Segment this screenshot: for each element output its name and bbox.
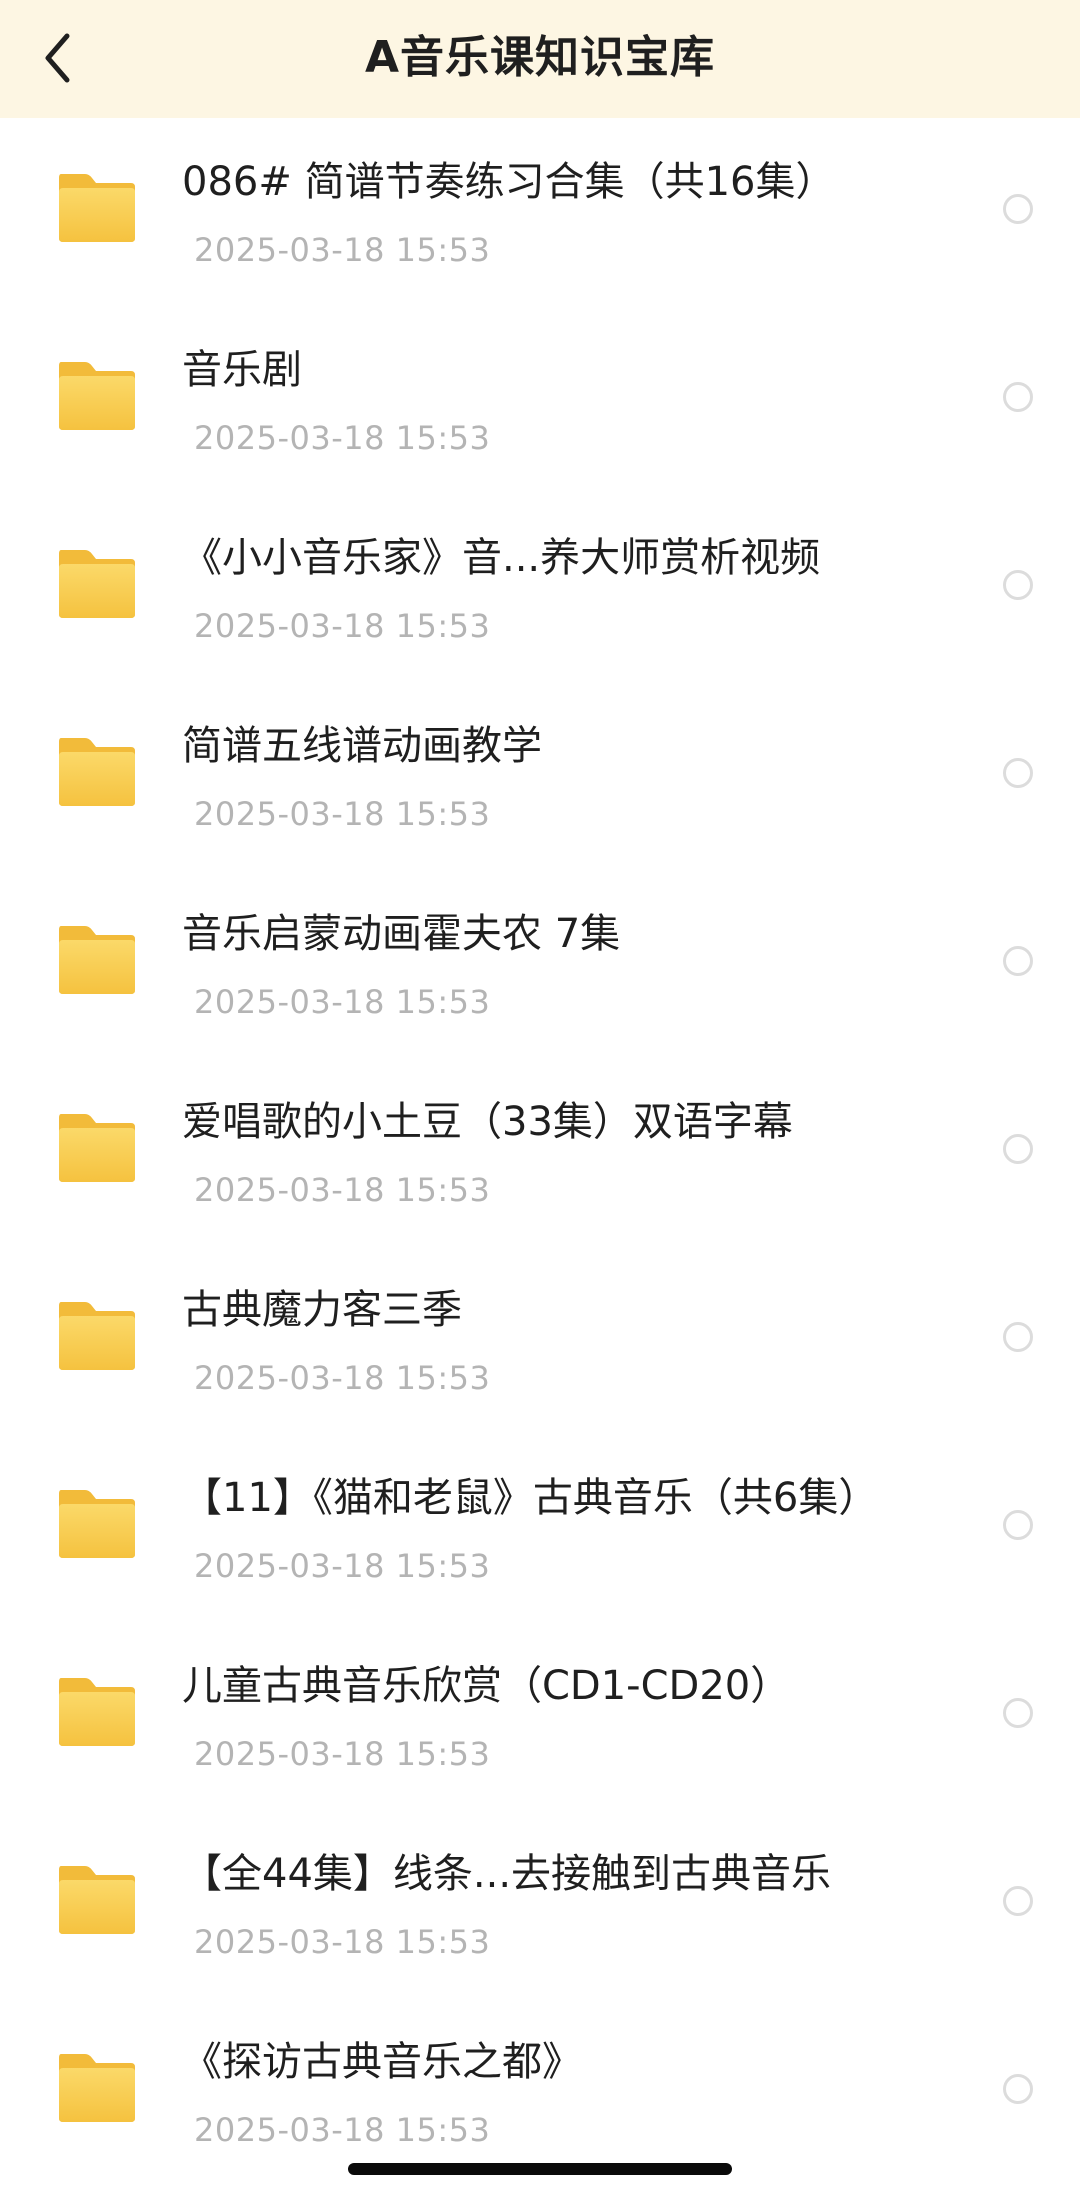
select-radio-icon[interactable] bbox=[1003, 758, 1033, 788]
folder-list-item[interactable]: 086# 简谱节奏练习合集（共16集） 2025-03-18 15:53 bbox=[0, 118, 1080, 306]
folder-icon bbox=[55, 170, 139, 246]
folder-list-item[interactable]: 【11】《猫和老鼠》古典音乐（共6集） 2025-03-18 15:53 bbox=[0, 1434, 1080, 1622]
folder-date: 2025-03-18 15:53 bbox=[194, 419, 491, 457]
select-radio-icon[interactable] bbox=[1003, 946, 1033, 976]
folder-icon bbox=[55, 2050, 139, 2126]
header-bar: A音乐课知识宝库 bbox=[0, 0, 1080, 118]
select-radio-icon[interactable] bbox=[1003, 1886, 1033, 1916]
folder-name: 音乐剧 bbox=[182, 347, 302, 393]
folder-name: 【全44集】线条...去接触到古典音乐 bbox=[182, 1851, 832, 1897]
folder-date: 2025-03-18 15:53 bbox=[194, 1923, 491, 1961]
folder-name: 《小小音乐家》音...养大师赏析视频 bbox=[182, 535, 821, 581]
folder-icon bbox=[55, 922, 139, 998]
folder-icon bbox=[55, 734, 139, 810]
folder-list-item[interactable]: 儿童古典音乐欣赏（CD1-CD20） 2025-03-18 15:53 bbox=[0, 1622, 1080, 1810]
folder-date: 2025-03-18 15:53 bbox=[194, 795, 491, 833]
select-radio-icon[interactable] bbox=[1003, 382, 1033, 412]
folder-icon bbox=[55, 1862, 139, 1938]
folder-list-item[interactable]: 音乐启蒙动画霍夫农 7集 2025-03-18 15:53 bbox=[0, 870, 1080, 1058]
folder-icon bbox=[55, 1110, 139, 1186]
select-radio-icon[interactable] bbox=[1003, 570, 1033, 600]
folder-list-item[interactable]: 音乐剧 2025-03-18 15:53 bbox=[0, 306, 1080, 494]
folder-icon bbox=[55, 358, 139, 434]
folder-icon bbox=[55, 1298, 139, 1374]
folder-date: 2025-03-18 15:53 bbox=[194, 1359, 491, 1397]
folder-date: 2025-03-18 15:53 bbox=[194, 983, 491, 1021]
folder-list-item[interactable]: 简谱五线谱动画教学 2025-03-18 15:53 bbox=[0, 682, 1080, 870]
select-radio-icon[interactable] bbox=[1003, 1134, 1033, 1164]
home-indicator bbox=[348, 2163, 732, 2175]
folder-date: 2025-03-18 15:53 bbox=[194, 2111, 491, 2149]
select-radio-icon[interactable] bbox=[1003, 1510, 1033, 1540]
folder-name: 《探访古典音乐之都》 bbox=[182, 2039, 582, 2085]
folder-list-item[interactable]: 古典魔力客三季 2025-03-18 15:53 bbox=[0, 1246, 1080, 1434]
folder-list-item[interactable]: 《小小音乐家》音...养大师赏析视频 2025-03-18 15:53 bbox=[0, 494, 1080, 682]
page-title: A音乐课知识宝库 bbox=[364, 32, 716, 83]
folder-name: 086# 简谱节奏练习合集（共16集） bbox=[182, 159, 836, 205]
select-radio-icon[interactable] bbox=[1003, 1322, 1033, 1352]
select-radio-icon[interactable] bbox=[1003, 1698, 1033, 1728]
folder-date: 2025-03-18 15:53 bbox=[194, 231, 491, 269]
folder-name: 【11】《猫和老鼠》古典音乐（共6集） bbox=[182, 1475, 879, 1521]
folder-date: 2025-03-18 15:53 bbox=[194, 1171, 491, 1209]
folder-list-item[interactable]: 【全44集】线条...去接触到古典音乐 2025-03-18 15:53 bbox=[0, 1810, 1080, 1998]
folder-date: 2025-03-18 15:53 bbox=[194, 1547, 491, 1585]
folder-icon bbox=[55, 546, 139, 622]
select-radio-icon[interactable] bbox=[1003, 2074, 1033, 2104]
folder-list: 086# 简谱节奏练习合集（共16集） 2025-03-18 15:53 音乐剧… bbox=[0, 118, 1080, 2186]
app-screen: A音乐课知识宝库 086# 简谱节奏练习合集（共16集） 2025-03-18 … bbox=[0, 0, 1080, 2202]
folder-name: 儿童古典音乐欣赏（CD1-CD20） bbox=[182, 1663, 791, 1709]
folder-name: 爱唱歌的小土豆（33集）双语字幕 bbox=[182, 1099, 793, 1145]
folder-icon bbox=[55, 1674, 139, 1750]
select-radio-icon[interactable] bbox=[1003, 194, 1033, 224]
folder-list-item[interactable]: 爱唱歌的小土豆（33集）双语字幕 2025-03-18 15:53 bbox=[0, 1058, 1080, 1246]
folder-date: 2025-03-18 15:53 bbox=[194, 1735, 491, 1773]
folder-name: 简谱五线谱动画教学 bbox=[182, 723, 542, 769]
folder-date: 2025-03-18 15:53 bbox=[194, 607, 491, 645]
folder-name: 古典魔力客三季 bbox=[182, 1287, 462, 1333]
folder-list-item[interactable]: 《探访古典音乐之都》 2025-03-18 15:53 bbox=[0, 1998, 1080, 2186]
folder-icon bbox=[55, 1486, 139, 1562]
folder-name: 音乐启蒙动画霍夫农 7集 bbox=[182, 911, 621, 957]
